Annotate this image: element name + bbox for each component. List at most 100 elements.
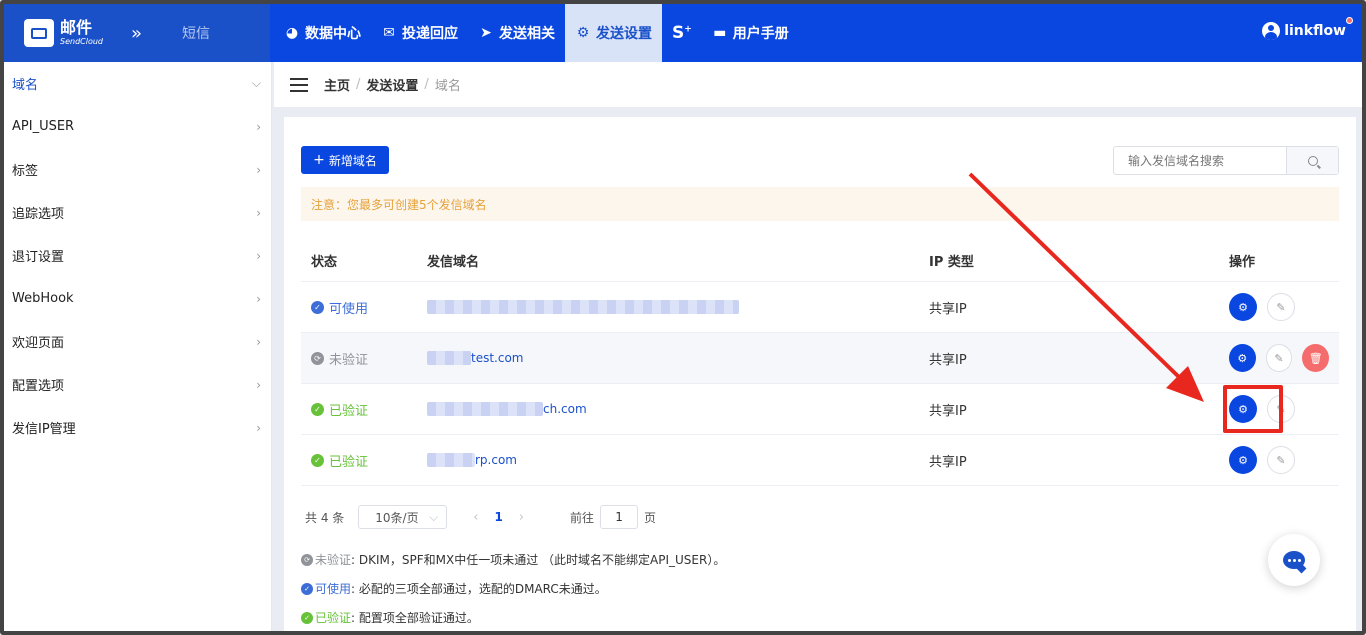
sidebar-item-api-user[interactable]: API_USER › [4,105,271,148]
row-actions: ⚙ ✎ 🗑 [1229,344,1339,372]
check-circle-icon: ✓ [301,582,313,595]
sidebar-item-ip-manage[interactable]: 发信IP管理 › [4,406,271,449]
settings-button[interactable]: ⚙ [1229,446,1257,474]
domain-name: rp.com [427,453,929,467]
chevron-right-icon: › [256,205,261,220]
notification-dot [1346,17,1353,24]
nav-data-center[interactable]: ◕ 数据中心 [274,4,371,62]
chat-icon [1283,551,1305,569]
domain-table: 状态 发信域名 IP 类型 操作 ✓ 可使用 共享IP ⚙ ✎ ⟳ 未验证 te… [301,239,1339,486]
user-avatar-icon [1262,22,1281,40]
sidebar-item-tags[interactable]: 标签 › [4,148,271,191]
domain-name: ch.com [427,402,929,416]
chevron-right-icon: › [256,334,261,349]
user-menu[interactable]: linkflow [1262,17,1353,40]
check-circle-icon: ✓ [311,300,324,314]
search-icon [1307,155,1318,166]
breadcrumb-current: 域名 [434,79,461,94]
ip-type: 共享IP [929,403,967,419]
legend-unverified: ⟳ 未验证 : DKIM，SPF和MX中任一项未通过 （此时域名不能绑定API_… [301,551,725,568]
goto-page-input[interactable]: 1 [600,505,639,529]
hamburger-icon[interactable] [290,77,308,92]
sms-tab[interactable]: 短信 [182,23,210,43]
chevron-right-icon: › [256,162,261,177]
shield-check-icon: ✓ [311,453,324,467]
mail-logo-icon[interactable] [24,19,54,47]
nav-send-related[interactable]: ➤ 发送相关 [468,4,565,62]
status-badge: ⟳ 未验证 [301,349,427,368]
table-row: ✓ 已验证 rp.com 共享IP ⚙ ✎ [301,435,1339,486]
notice-banner: 注意：您最多可创建5个发信域名 [301,187,1339,221]
top-bar: 邮件 SendCloud » 短信 ◕ 数据中心 ✉ 投递回应 ➤ 发送相关 ⚙… [4,4,1362,62]
chevron-right-icon: › [256,119,261,134]
status-badge: ✓ 已验证 [301,400,427,419]
status-badge: ✓ 已验证 [301,451,427,470]
next-page-icon[interactable]: › [519,510,524,525]
folder-icon: ▬ [713,25,727,41]
edit-button[interactable]: ✎ [1267,446,1295,474]
page-size-select[interactable]: 10条/页 ⌵ [358,505,448,529]
prev-page-icon[interactable]: ‹ [473,510,478,525]
refresh-icon: ⟳ [301,553,313,566]
product-name: 邮件 [60,18,93,37]
double-chevron-right-icon[interactable]: » [131,23,142,44]
delete-button[interactable]: 🗑 [1302,344,1330,372]
plus-icon: + [313,152,325,168]
edit-button[interactable]: ✎ [1267,293,1295,321]
product-sub: SendCloud [60,37,103,46]
ip-type: 共享IP [929,301,967,317]
legend-usable: ✓ 可使用 : 必配的三项全部通过，选配的DMARC未通过。 [301,580,607,597]
ip-type: 共享IP [929,454,967,470]
chevron-down-icon: ⌵ [429,509,439,524]
app-window: 邮件 SendCloud » 短信 ◕ 数据中心 ✉ 投递回应 ➤ 发送相关 ⚙… [0,0,1366,635]
gear-icon: ⚙ [576,25,590,41]
nav-s-plus[interactable]: S+ [662,4,702,62]
nav-delivery-response[interactable]: ✉ 投递回应 [371,4,468,62]
edit-button[interactable]: ✎ [1265,344,1293,372]
content-card: + 新增域名 注意：您最多可创建5个发信域名 状态 发信域名 IP 类型 操作 … [284,117,1356,631]
sidebar-item-tracking[interactable]: 追踪选项 › [4,191,271,234]
breadcrumb-section[interactable]: 发送设置 [366,75,418,94]
row-actions: ⚙ ✎ [1229,446,1339,474]
chevron-right-icon: › [256,248,261,263]
breadcrumb-bar: 主页 / 发送设置 / 域名 [274,62,1362,107]
nav-send-settings[interactable]: ⚙ 发送设置 [565,4,662,62]
pagination: 共 4 条 10条/页 ⌵ ‹ 1 › 前往 1 页 [305,505,656,529]
add-domain-button[interactable]: + 新增域名 [301,146,389,174]
envelope-open-icon: ✉ [383,25,395,41]
domain-name [427,300,929,314]
settings-button[interactable]: ⚙ [1229,293,1257,321]
redacted-domain [427,453,475,467]
shield-check-icon: ✓ [311,402,324,416]
sidebar-item-domain[interactable]: 域名 ⌵ [4,62,271,105]
status-badge: ✓ 可使用 [301,298,427,317]
paper-plane-icon: ➤ [480,25,492,41]
sidebar-item-welcome-page[interactable]: 欢迎页面 › [4,320,271,363]
chat-support-button[interactable] [1268,534,1320,586]
ip-type: 共享IP [929,352,967,368]
settings-button[interactable]: ⚙ [1229,344,1256,372]
search-input[interactable] [1114,147,1286,174]
chevron-right-icon: › [256,377,261,392]
shield-check-icon: ✓ [301,611,313,624]
chevron-right-icon: › [256,420,261,435]
sidebar: 域名 ⌵ API_USER › 标签 › 追踪选项 › 退订设置 › WebHook › 欢… [4,62,272,631]
logo-text: 邮件 SendCloud [60,20,103,46]
sidebar-item-webhook[interactable]: WebHook › [4,277,271,320]
table-row: ⟳ 未验证 test.com 共享IP ⚙ ✎ 🗑 [301,333,1339,384]
brand: 邮件 SendCloud » 短信 [4,4,270,62]
nav-user-manual[interactable]: ▬ 用户手册 [702,4,799,62]
chevron-right-icon: › [256,291,261,306]
search-button[interactable] [1286,147,1338,174]
pie-chart-icon: ◕ [285,25,299,41]
redacted-domain [427,351,471,365]
redacted-domain [427,300,739,314]
page-number[interactable]: 1 [494,510,502,524]
sidebar-item-config[interactable]: 配置选项 › [4,363,271,406]
breadcrumb-home[interactable]: 主页 [324,75,350,94]
total-count: 共 4 条 [305,510,345,525]
chevron-down-icon: ⌵ [251,76,261,90]
refresh-icon: ⟳ [311,351,324,365]
main-nav: ◕ 数据中心 ✉ 投递回应 ➤ 发送相关 ⚙ 发送设置 S+ ▬ 用户手册 [274,4,799,62]
sidebar-item-unsubscribe[interactable]: 退订设置 › [4,234,271,277]
